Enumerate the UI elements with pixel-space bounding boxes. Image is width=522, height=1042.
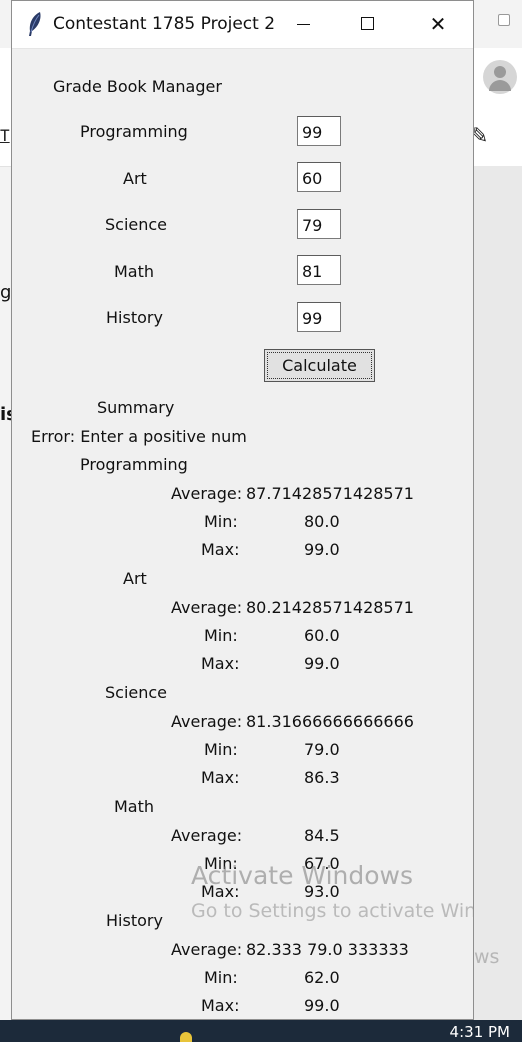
- art-average-value: 80.21428571428571: [246, 598, 414, 617]
- programming-grade-input[interactable]: [297, 116, 341, 146]
- science-average-value: 81.31666666666666: [246, 712, 414, 731]
- subject-label-art: Art: [123, 169, 147, 188]
- taskbar: 4:31 PM: [0, 1020, 522, 1042]
- programming-average-value: 87.71428571428571: [246, 484, 414, 503]
- min-label: Min:: [204, 740, 238, 759]
- subject-label-programming: Programming: [80, 122, 188, 141]
- min-label: Min:: [204, 512, 238, 531]
- average-label: Average:: [171, 712, 243, 731]
- max-label: Max:: [201, 654, 240, 673]
- activate-windows-title: Activate Windows: [191, 861, 413, 890]
- max-label: Max:: [201, 540, 240, 559]
- background-toolbar-text: T: [0, 126, 10, 145]
- art-grade-input[interactable]: [297, 162, 341, 192]
- min-label: Min:: [204, 626, 238, 645]
- background-restore-icon[interactable]: [498, 14, 510, 26]
- calculate-button[interactable]: Calculate: [264, 349, 375, 382]
- history-max-value: 99.0: [304, 996, 340, 1015]
- subject-label-science: Science: [105, 215, 168, 234]
- math-grade-input[interactable]: [297, 255, 341, 285]
- summary-heading: Summary: [97, 398, 175, 417]
- window-title: Contestant 1785 Project 2: [53, 14, 276, 34]
- history-grade-input[interactable]: [297, 302, 341, 332]
- max-label: Max:: [201, 996, 240, 1015]
- app-window: Contestant 1785 Project 2 ✕ Grade Book M…: [11, 0, 474, 1020]
- max-label: Max:: [201, 768, 240, 787]
- art-min-value: 60.0: [304, 626, 340, 645]
- subject-label-math: Math: [114, 262, 155, 281]
- taskbar-app-icon[interactable]: [180, 1032, 192, 1042]
- close-button[interactable]: ✕: [415, 1, 461, 48]
- history-average-value: 82.333 79.0 333333: [246, 940, 409, 959]
- programming-max-value: 99.0: [304, 540, 340, 559]
- programming-min-value: 80.0: [304, 512, 340, 531]
- summary-subject-science: Science: [105, 683, 168, 702]
- summary-subject-history: History: [106, 911, 163, 930]
- art-max-value: 99.0: [304, 654, 340, 673]
- maximize-button[interactable]: [345, 1, 391, 48]
- summary-subject-art: Art: [123, 569, 147, 588]
- science-grade-input[interactable]: [297, 209, 341, 239]
- title-bar[interactable]: Contestant 1785 Project 2 ✕: [12, 1, 473, 49]
- page-title: Grade Book Manager: [53, 77, 222, 96]
- summary-subject-programming: Programming: [80, 455, 188, 474]
- average-label: Average:: [171, 940, 243, 959]
- summary-subject-math: Math: [114, 797, 155, 816]
- science-max-value: 86.3: [304, 768, 340, 787]
- min-label: Min:: [204, 968, 238, 987]
- average-label: Average:: [171, 826, 243, 845]
- avatar[interactable]: [483, 60, 517, 94]
- background-sidebar: [474, 166, 522, 1022]
- minimize-button[interactable]: [280, 1, 326, 48]
- science-min-value: 79.0: [304, 740, 340, 759]
- subject-label-history: History: [106, 308, 163, 327]
- history-min-value: 62.0: [304, 968, 340, 987]
- activate-windows-subtitle: Go to Settings to activate Windows: [191, 900, 474, 922]
- taskbar-clock[interactable]: 4:31 PM: [450, 1023, 510, 1041]
- average-label: Average:: [171, 598, 243, 617]
- activate-windows-overflow: ws: [474, 946, 500, 968]
- feather-icon: [29, 12, 41, 36]
- background-text-fragment: g: [0, 282, 12, 303]
- error-message: Error: Enter a positive num: [31, 427, 247, 446]
- math-average-value: 84.5: [304, 826, 340, 845]
- average-label: Average:: [171, 484, 243, 503]
